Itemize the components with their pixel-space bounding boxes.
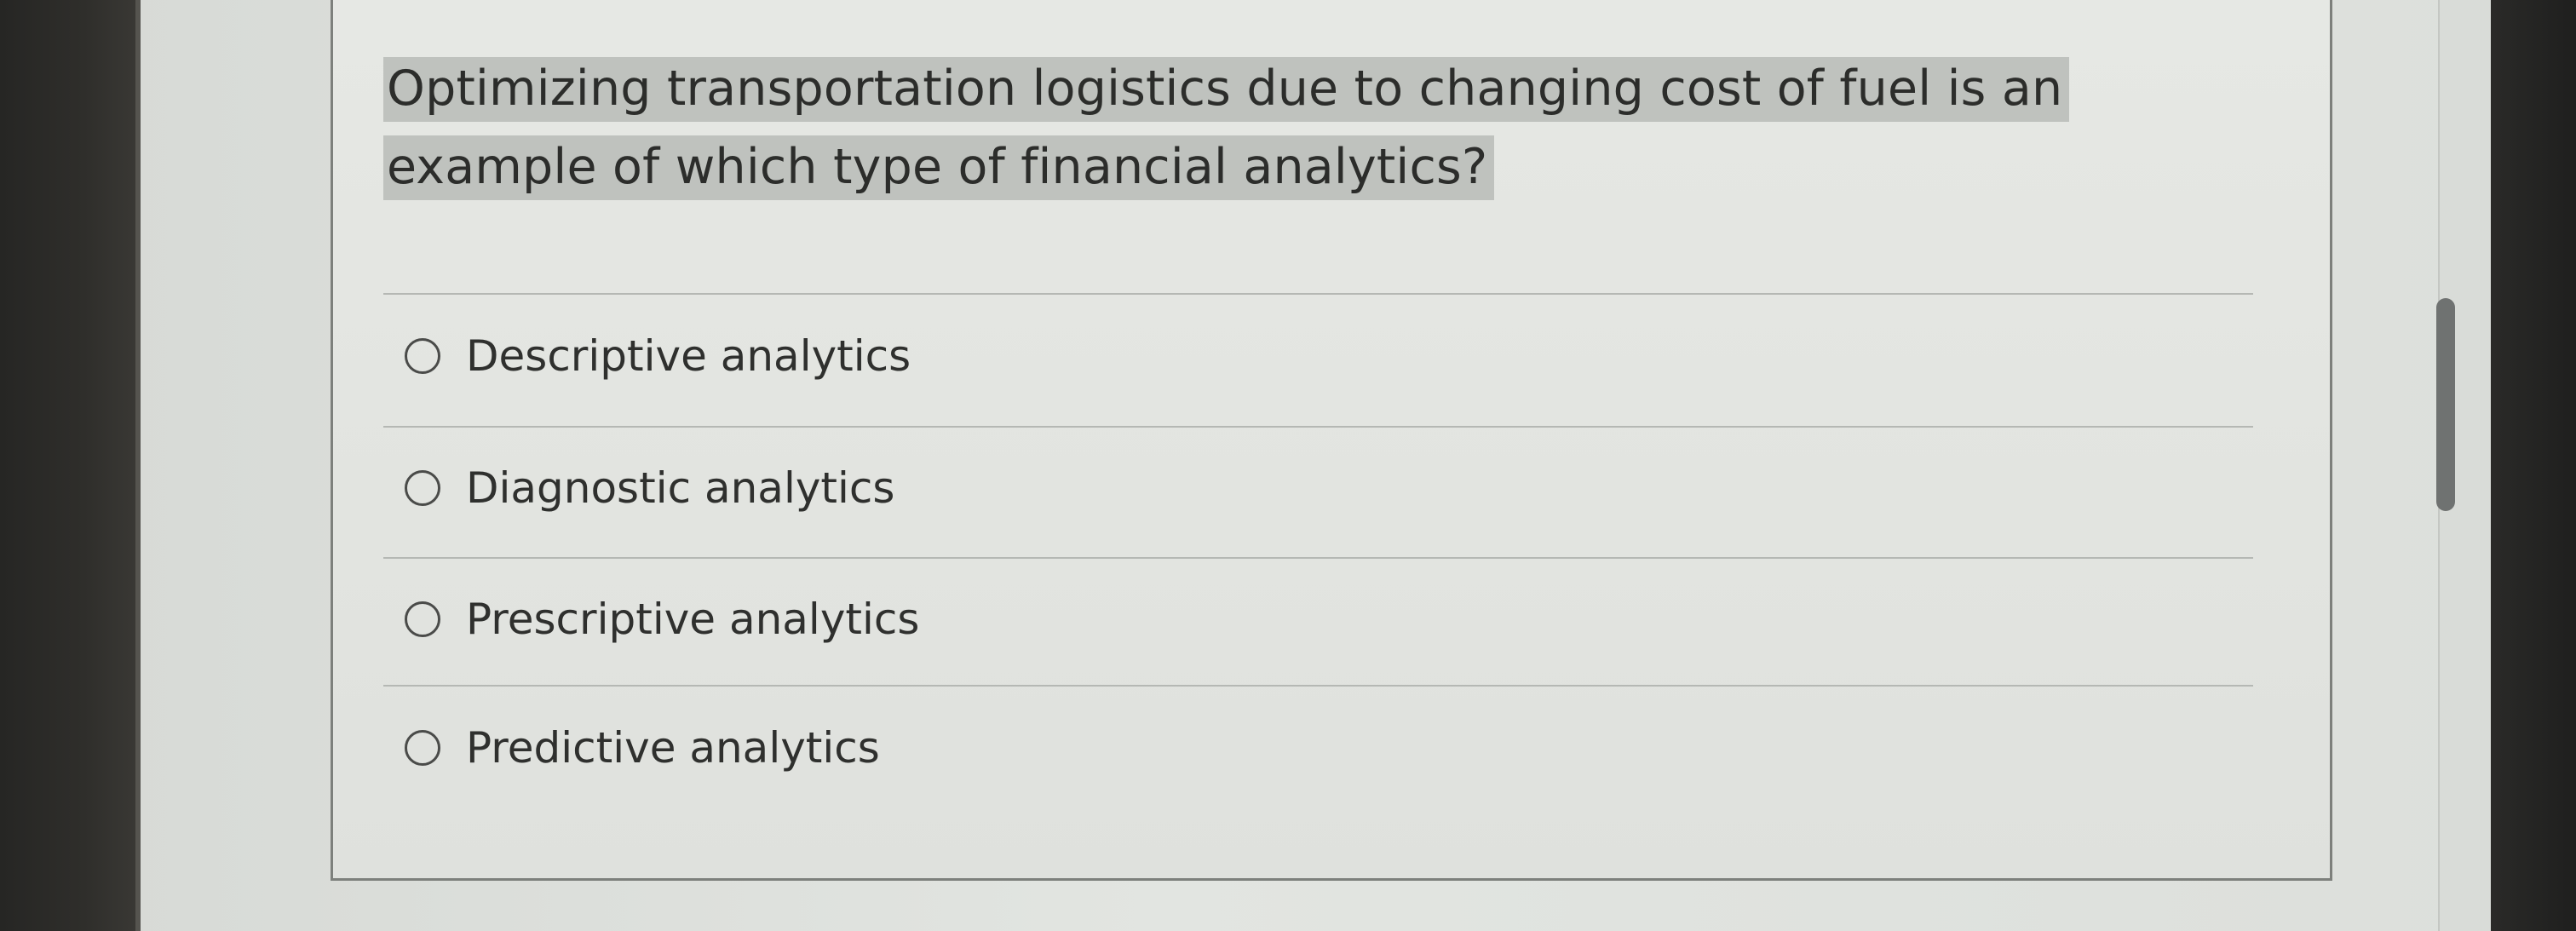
- divider: [383, 685, 2253, 687]
- radio-button[interactable]: [405, 730, 440, 766]
- radio-button[interactable]: [405, 601, 440, 637]
- answer-option-prescriptive[interactable]: Prescriptive analytics: [405, 585, 919, 653]
- divider: [383, 293, 2253, 295]
- option-label: Descriptive analytics: [466, 331, 911, 381]
- answer-option-diagnostic[interactable]: Diagnostic analytics: [405, 454, 894, 522]
- answer-option-predictive[interactable]: Predictive analytics: [405, 714, 880, 782]
- radio-button[interactable]: [405, 470, 440, 506]
- option-label: Predictive analytics: [466, 723, 880, 773]
- scrollbar-thumb[interactable]: [2436, 298, 2455, 511]
- screen-bezel-left: [0, 0, 141, 931]
- screen-bezel-right: [2491, 0, 2576, 931]
- question-prompt: Optimizing transportation logistics due …: [383, 49, 2266, 206]
- divider: [383, 426, 2253, 428]
- scrollbar-track[interactable]: [2436, 0, 2491, 931]
- option-label: Diagnostic analytics: [466, 463, 895, 513]
- answer-option-descriptive[interactable]: Descriptive analytics: [405, 322, 911, 390]
- radio-button[interactable]: [405, 338, 440, 374]
- divider: [383, 557, 2253, 559]
- question-text: Optimizing transportation logistics due …: [383, 57, 2070, 200]
- option-label: Prescriptive analytics: [466, 595, 920, 644]
